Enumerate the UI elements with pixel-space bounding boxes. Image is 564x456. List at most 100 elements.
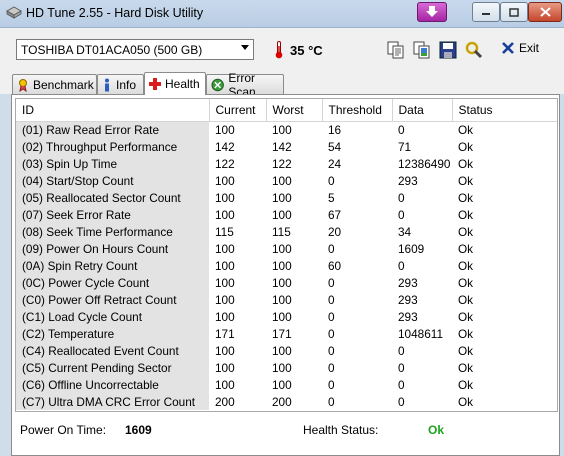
cell-data: 0	[398, 190, 405, 205]
minimize-button[interactable]	[472, 2, 500, 22]
error-scan-icon	[211, 78, 224, 91]
health-status-value: Ok	[428, 423, 445, 437]
column-header-worst[interactable]: Worst	[266, 99, 323, 122]
tab-error-scan[interactable]: Error Scan	[206, 71, 284, 99]
cell-id: (C2) Temperature	[16, 325, 209, 342]
cell-status: Ok	[458, 241, 474, 256]
cell-status: Ok	[458, 122, 474, 137]
cell-id: (07) Seek Error Rate	[16, 206, 209, 223]
cell-threshold: 0	[328, 241, 335, 256]
cell-data: 293	[398, 292, 418, 307]
cell-threshold: 54	[328, 139, 342, 154]
column-header-status[interactable]: Status	[452, 99, 557, 122]
table-row[interactable]: (C5) Current Pending Sector 100 100 0 0 Ok	[16, 359, 557, 376]
cell-status: Ok	[458, 190, 474, 205]
table-row[interactable]: (C4) Reallocated Event Count 100 100 0 0 Ok	[16, 342, 557, 359]
tab-health[interactable]: Health	[144, 72, 206, 95]
table-row[interactable]: (C7) Ultra DMA CRC Error Count 200 200 0 0 Ok	[16, 393, 557, 410]
cell-current: 115	[215, 224, 234, 239]
column-header-threshold[interactable]: Threshold	[322, 99, 393, 122]
table-body: (01) Raw Read Error Rate 100 100 16 0 Ok (02) …	[16, 121, 557, 410]
table-row[interactable]: (C0) Power Off Retract Count 100 100 0 293 Ok	[16, 291, 557, 308]
copy-screenshot-icon[interactable]	[412, 40, 432, 60]
column-header-data[interactable]: Data	[392, 99, 453, 122]
cell-status: Ok	[458, 292, 474, 307]
cell-worst: 200	[272, 394, 292, 409]
table-row[interactable]: (04) Start/Stop Count 100 100 0 293 Ok	[16, 172, 557, 189]
cell-data: 71	[398, 139, 412, 154]
info-icon	[105, 78, 109, 91]
cell-worst: 100	[272, 241, 292, 256]
table-row[interactable]: (0C) Power Cycle Count 100 100 0 293 Ok	[16, 274, 557, 291]
cell-id: (09) Power On Hours Count	[16, 240, 209, 257]
tab-info[interactable]: Info	[97, 74, 144, 94]
cell-id: (04) Start/Stop Count	[16, 172, 209, 189]
exit-icon	[502, 42, 514, 54]
column-header-current[interactable]: Current	[209, 99, 267, 122]
table-row[interactable]: (05) Reallocated Sector Count 100 100 5 0 Ok	[16, 189, 557, 206]
minimize-icon	[482, 13, 490, 15]
cell-worst: 100	[272, 343, 292, 358]
smart-attributes-table: ID Current Worst Threshold Data Status (…	[16, 99, 557, 410]
benchmark-icon	[19, 78, 27, 92]
table-row[interactable]: (0A) Spin Retry Count 100 100 60 0 Ok	[16, 257, 557, 274]
tab-info-label: Info	[116, 77, 137, 92]
cell-worst: 100	[272, 190, 292, 205]
table-row[interactable]: (07) Seek Error Rate 100 100 67 0 Ok	[16, 206, 557, 223]
chevron-down-icon	[241, 45, 249, 50]
cell-threshold: 16	[328, 122, 342, 137]
cell-threshold: 0	[328, 173, 335, 188]
cell-current: 100	[215, 292, 235, 307]
tab-benchmark[interactable]: Benchmark	[12, 74, 97, 94]
table-row[interactable]: (08) Seek Time Performance 115 115 20 34 Ok	[16, 223, 557, 240]
table-row[interactable]: (C1) Load Cycle Count 100 100 0 293 Ok	[16, 308, 557, 325]
cell-id: (03) Spin Up Time	[16, 155, 209, 172]
table-row[interactable]: (09) Power On Hours Count 100 100 0 1609 Ok	[16, 240, 557, 257]
health-summary: Power On Time: 1609 Health Status: Ok	[20, 423, 550, 441]
cell-worst: 100	[272, 275, 292, 290]
table-row[interactable]: (C2) Temperature 171 171 0 1048611 Ok	[16, 325, 557, 342]
cell-id: (0C) Power Cycle Count	[16, 274, 209, 291]
maximize-button[interactable]	[500, 2, 528, 22]
table-row[interactable]: (01) Raw Read Error Rate 100 100 16 0 Ok	[16, 121, 557, 138]
options-icon[interactable]	[464, 40, 484, 60]
cell-current: 100	[215, 258, 235, 273]
copy-text-icon[interactable]	[386, 40, 406, 60]
table-row[interactable]: (03) Spin Up Time 122 122 24 12386490 Ok	[16, 155, 557, 172]
cell-threshold: 24	[328, 156, 342, 171]
drive-select-value: TOSHIBA DT01ACA050 (500 GB)	[21, 43, 203, 57]
cell-data: 0	[398, 394, 405, 409]
cell-current: 200	[215, 394, 235, 409]
table-row[interactable]: (C6) Offline Uncorrectable 100 100 0 0 Ok	[16, 376, 557, 393]
download-button[interactable]	[417, 2, 447, 22]
exit-label: Exit	[519, 41, 540, 55]
cell-threshold: 0	[328, 360, 335, 375]
cell-id: (05) Reallocated Sector Count	[16, 189, 209, 206]
column-header-id[interactable]: ID	[16, 99, 210, 122]
cell-current: 100	[215, 122, 235, 137]
cell-current: 100	[215, 343, 235, 358]
cell-worst: 100	[272, 377, 292, 392]
cell-threshold: 0	[328, 377, 335, 392]
cell-current: 100	[215, 377, 235, 392]
cell-data: 0	[398, 258, 405, 273]
cell-status: Ok	[458, 377, 474, 392]
cell-current: 100	[215, 241, 235, 256]
close-button[interactable]	[528, 2, 562, 22]
cell-id: (C6) Offline Uncorrectable	[16, 376, 209, 393]
tab-benchmark-label: Benchmark	[33, 77, 94, 92]
cell-current: 122	[215, 156, 235, 171]
health-cross-icon	[149, 78, 161, 90]
cell-current: 100	[215, 190, 235, 205]
download-arrow-icon	[426, 6, 438, 17]
cell-id: (C0) Power Off Retract Count	[16, 291, 209, 308]
cell-id: (C5) Current Pending Sector	[16, 359, 209, 376]
drive-select[interactable]: TOSHIBA DT01ACA050 (500 GB)	[16, 39, 254, 60]
power-on-time-value: 1609	[125, 423, 152, 437]
cell-data: 34	[398, 224, 412, 239]
exit-button[interactable]: Exit	[501, 41, 539, 55]
hard-disk-app-icon	[6, 6, 22, 19]
save-icon[interactable]	[438, 40, 458, 60]
table-row[interactable]: (02) Throughput Performance 142 142 54 71 Ok	[16, 138, 557, 155]
cell-data: 0	[398, 207, 405, 222]
